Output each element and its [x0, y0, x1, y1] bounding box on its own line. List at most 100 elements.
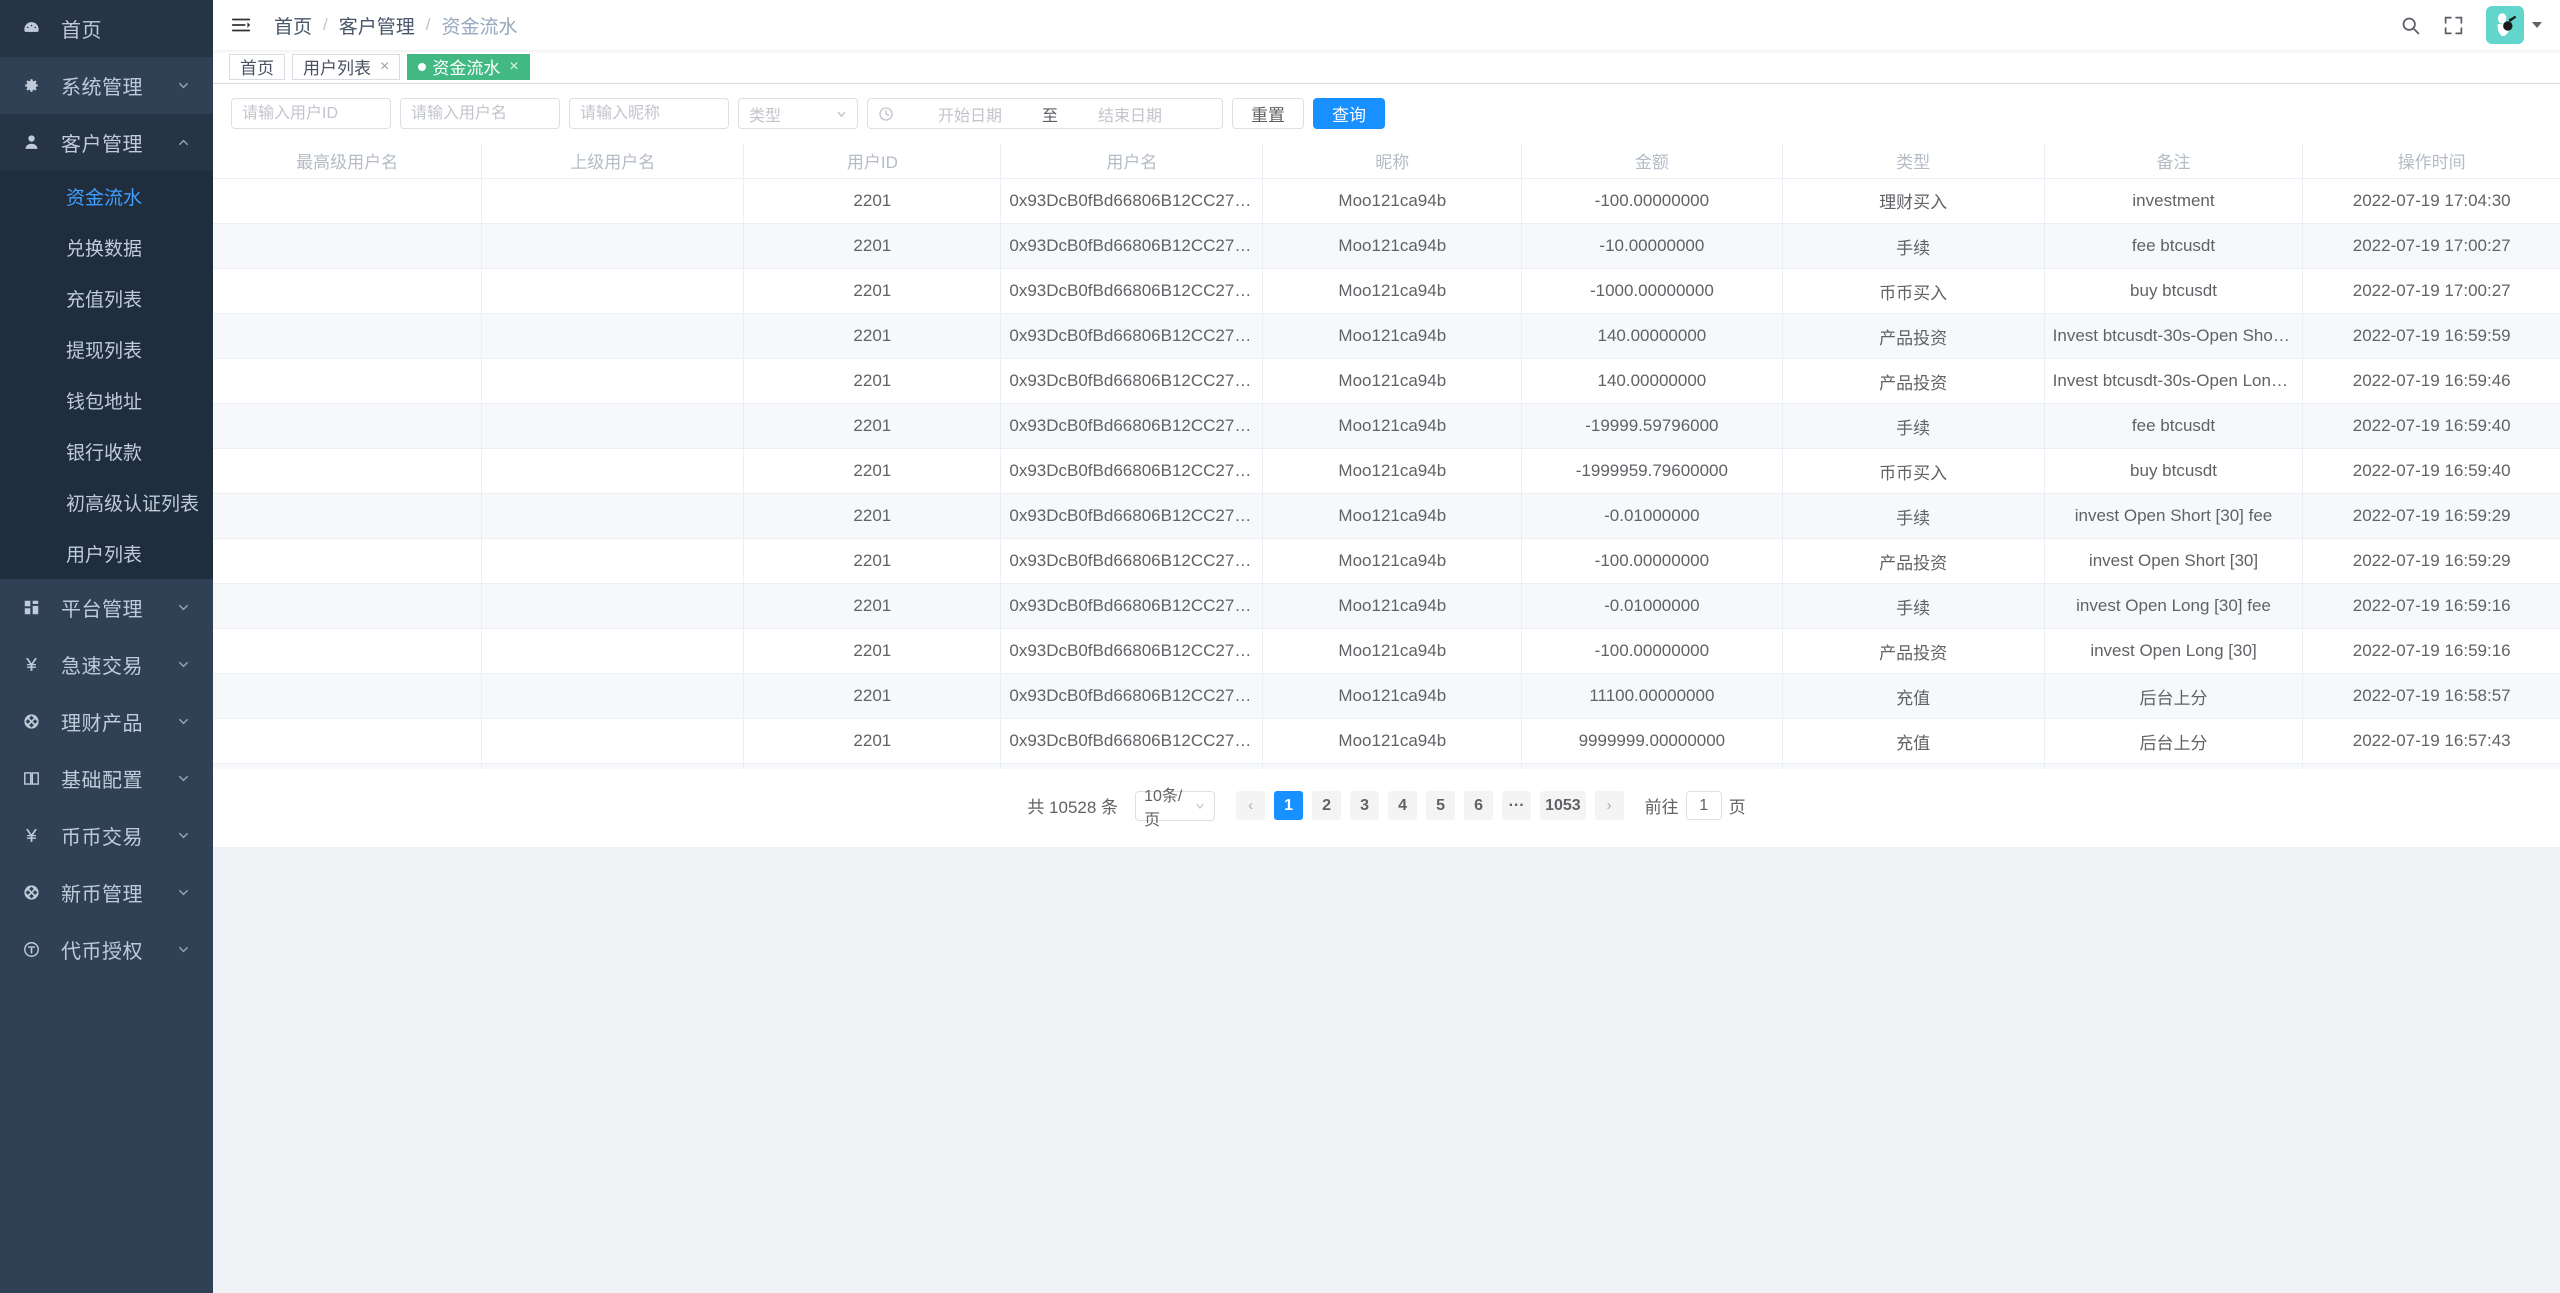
table-cell: 后台上分 [2044, 718, 2304, 764]
sidebar-item-7[interactable]: 币币交易 [0, 807, 213, 864]
hamburger-icon[interactable] [230, 0, 262, 50]
date-range-separator: 至 [1042, 107, 1059, 125]
search-icon[interactable] [2400, 15, 2421, 36]
type-select[interactable]: 类型 [738, 98, 858, 129]
pagination-page-2[interactable]: 2 [1312, 791, 1342, 820]
sidebar-subitem-2-4[interactable]: 钱包地址 [0, 375, 213, 426]
sidebar-item-6[interactable]: 基础配置 [0, 750, 213, 807]
table-cell [481, 448, 745, 494]
date-range-picker[interactable]: 开始日期 至 结束日期 [867, 98, 1223, 129]
pagination-page-3[interactable]: 3 [1350, 791, 1380, 820]
sidebar-item-label: 系统管理 [61, 77, 143, 99]
pagination-page-1053[interactable]: 1053 [1540, 791, 1586, 820]
tag-close-icon[interactable]: × [509, 58, 518, 75]
table-column-header-3: 用户名 [1000, 143, 1264, 179]
sidebar-item-9[interactable]: 代币授权 [0, 921, 213, 978]
tag-2[interactable]: 资金流水 × [407, 53, 530, 80]
table-cell [213, 628, 483, 674]
chevron-up-icon [176, 135, 191, 150]
sidebar-subitem-2-2[interactable]: 充值列表 [0, 273, 213, 324]
table-cell: 充值 [1782, 673, 2045, 719]
table-row[interactable]: 2201 0x93DcB0fBd66806B12CC279f5d... Moo121… [213, 628, 2560, 674]
pagination-next-button[interactable]: › [1594, 791, 1624, 820]
sidebar-subitem-2-3[interactable]: 提现列表 [0, 324, 213, 375]
pagination-prev-button[interactable]: ‹ [1236, 791, 1266, 820]
sidebar-item-2[interactable]: 客户管理 [0, 114, 213, 171]
table-row[interactable]: 2201 0x93DcB0fBd66806B12CC279f5d... Moo121… [213, 673, 2560, 719]
table-cell: 2201 [743, 538, 1002, 584]
gear-icon [22, 76, 52, 95]
table-cell [481, 763, 745, 769]
table-cell: 2022-07-19 17:00:27 [2302, 268, 2560, 314]
pagination-jump-input[interactable] [1685, 791, 1722, 820]
table-row[interactable]: 2203TDQf6f2MZ1iCXFd4ieTf3ixGfAop4...Moo3… [213, 763, 2560, 769]
table-cell: 2022-07-19 16:59:29 [2302, 538, 2560, 584]
chevron-down-icon [176, 657, 191, 672]
avatar[interactable] [2486, 6, 2524, 44]
pagination-page-5[interactable]: 5 [1426, 791, 1456, 820]
table-cell [213, 403, 483, 449]
sidebar-item-3[interactable]: 平台管理 [0, 579, 213, 636]
sidebar-item-8[interactable]: 新币管理 [0, 864, 213, 921]
user-name-input[interactable] [400, 98, 560, 129]
tag-0[interactable]: 首页 [229, 53, 285, 80]
breadcrumb-item-1[interactable]: 客户管理 [339, 12, 415, 39]
tags-view: 首页 用户列表 × 资金流水 × [213, 50, 2560, 84]
fullscreen-icon[interactable] [2443, 15, 2464, 36]
page-size-select[interactable]: 10条/页 [1135, 788, 1216, 829]
chevron-down-icon [176, 828, 191, 843]
user-menu[interactable] [2486, 6, 2542, 44]
table-row[interactable]: 2201 0x93DcB0fBd66806B12CC279f5d... Moo121… [213, 718, 2560, 764]
chevron-down-icon[interactable] [2532, 22, 2542, 28]
table-row[interactable]: 2201 0x93DcB0fBd66806B12CC279f5d... Moo121… [213, 583, 2560, 629]
table-cell: -100.00000000 [1521, 628, 1783, 674]
sidebar-item-0[interactable]: 首页 [0, 0, 213, 57]
table-cell: 手续 [1782, 493, 2045, 539]
table-row[interactable]: 2201 0x93DcB0fBd66806B12CC279f5d... Moo121… [213, 493, 2560, 539]
table-row[interactable]: 2201 0x93DcB0fBd66806B12CC279f5d... Moo121… [213, 448, 2560, 494]
sidebar-item-4[interactable]: 急速交易 [0, 636, 213, 693]
table-cell: -0.01000000 [1521, 493, 1783, 539]
table-row[interactable]: 2201 0x93DcB0fBd66806B12CC279f5d... Moo121… [213, 403, 2560, 449]
date-end-field[interactable]: 结束日期 [1062, 102, 1198, 126]
sidebar-subitem-2-0[interactable]: 资金流水 [0, 171, 213, 222]
date-start-field[interactable]: 开始日期 [902, 102, 1038, 126]
table-body-scroll[interactable]: 2201 0x93DcB0fBd66806B12CC279f5d... Moo121… [213, 178, 2560, 769]
sidebar-subitem-2-1[interactable]: 兑换数据 [0, 222, 213, 273]
pagination-page-6[interactable]: 6 [1464, 791, 1494, 820]
tag-1[interactable]: 用户列表 × [292, 53, 401, 80]
pagination-page-···[interactable]: ··· [1502, 791, 1532, 820]
breadcrumb-item-0[interactable]: 首页 [274, 12, 312, 39]
table-cell: 充值 [1782, 763, 2045, 769]
table-cell: 币币买入 [1782, 268, 2045, 314]
table-column-header-6: 类型 [1782, 143, 2045, 179]
table-row[interactable]: 2201 0x93DcB0fBd66806B12CC279f5d... Moo121… [213, 313, 2560, 359]
table-cell: 产品投资 [1782, 313, 2045, 359]
table-cell: investment [2044, 178, 2304, 224]
chevron-down-icon [176, 942, 191, 957]
query-button[interactable]: 查询 [1313, 98, 1385, 129]
reset-button[interactable]: 重置 [1232, 98, 1304, 129]
sidebar-subitem-2-7[interactable]: 用户列表 [0, 528, 213, 579]
nickname-input[interactable] [569, 98, 729, 129]
sidebar-subitem-2-6[interactable]: 初高级认证列表 [0, 477, 213, 528]
navbar-actions [2400, 0, 2542, 50]
table-row[interactable]: 2201 0x93DcB0fBd66806B12CC279f5d... Moo121… [213, 223, 2560, 269]
sidebar-item-1[interactable]: 系统管理 [0, 57, 213, 114]
tag-close-icon[interactable]: × [380, 58, 389, 75]
pagination-page-4[interactable]: 4 [1388, 791, 1418, 820]
table-row[interactable]: 2201 0x93DcB0fBd66806B12CC279f5d... Moo121… [213, 178, 2560, 224]
breadcrumb: 首页 / 客户管理 / 资金流水 [274, 12, 518, 39]
table-cell: Moo121ca94b [1262, 493, 1523, 539]
sidebar-item-label: 基础配置 [61, 770, 143, 792]
user-id-input[interactable] [231, 98, 391, 129]
table-cell: -1999959.79600000 [1521, 448, 1783, 494]
table-cell: 后台上分 [2044, 763, 2304, 769]
sidebar-item-5[interactable]: 理财产品 [0, 693, 213, 750]
navbar: 首页 / 客户管理 / 资金流水 [213, 0, 2560, 50]
sidebar-subitem-2-5[interactable]: 银行收款 [0, 426, 213, 477]
table-row[interactable]: 2201 0x93DcB0fBd66806B12CC279f5d... Moo121… [213, 268, 2560, 314]
pagination-page-1[interactable]: 1 [1274, 791, 1304, 820]
table-row[interactable]: 2201 0x93DcB0fBd66806B12CC279f5d... Moo121… [213, 538, 2560, 584]
table-row[interactable]: 2201 0x93DcB0fBd66806B12CC279f5d... Moo121… [213, 358, 2560, 404]
